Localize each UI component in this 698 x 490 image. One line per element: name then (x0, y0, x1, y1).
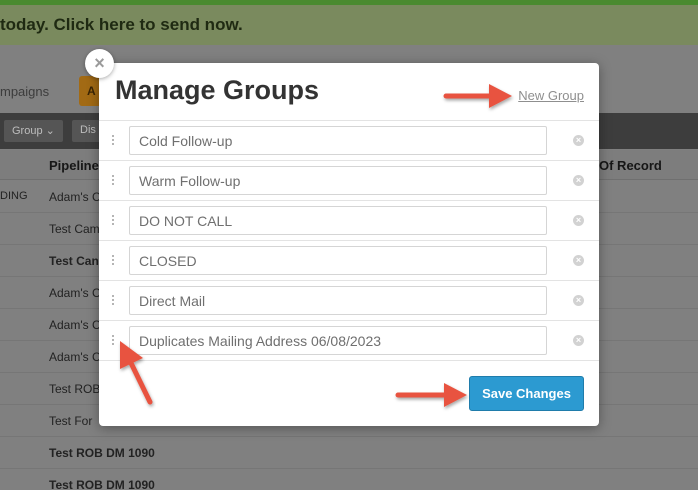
group-filter-button[interactable]: Group ⌄ (4, 120, 63, 142)
drag-dot (112, 303, 114, 305)
status-cell: DING (0, 190, 28, 202)
column-pipeline[interactable]: Pipeline (49, 158, 99, 173)
campaign-name-cell[interactable]: Test Can (49, 254, 99, 268)
remove-group-icon[interactable]: × (573, 255, 584, 266)
save-changes-button[interactable]: Save Changes (469, 376, 584, 411)
drag-dot (112, 183, 114, 185)
drag-dot (112, 263, 114, 265)
drag-dot (112, 179, 114, 181)
remove-group-icon[interactable]: × (573, 335, 584, 346)
remove-group-icon[interactable]: × (573, 135, 584, 146)
new-group-link[interactable]: New Group (518, 88, 584, 103)
drag-dot (112, 219, 114, 221)
drag-dot (112, 343, 114, 345)
group-name-input[interactable] (129, 166, 547, 195)
remove-group-icon[interactable]: × (573, 175, 584, 186)
group-row: × (99, 201, 599, 241)
campaign-name-cell[interactable]: Test Cam (49, 222, 100, 236)
drag-handle-icon[interactable] (112, 335, 115, 346)
group-row: × (99, 121, 599, 161)
drag-dot (112, 175, 114, 177)
campaign-name-cell[interactable]: Adam's C (49, 318, 101, 332)
table-row[interactable]: Test ROB DM 1090 (0, 469, 698, 490)
drag-dot (112, 255, 114, 257)
drag-dot (112, 139, 114, 141)
drag-dot (112, 215, 114, 217)
column-of-record[interactable]: Of Record (599, 158, 662, 173)
group-row: × (99, 281, 599, 321)
drag-dot (112, 295, 114, 297)
group-list: × × × × × × (99, 120, 599, 361)
campaign-name-cell[interactable]: Test For (49, 414, 92, 428)
drag-dot (112, 259, 114, 261)
remove-group-icon[interactable]: × (573, 215, 584, 226)
remove-group-icon[interactable]: × (573, 295, 584, 306)
drag-dot (112, 223, 114, 225)
campaign-name-cell[interactable]: Adam's C (49, 286, 101, 300)
drag-dot (112, 135, 114, 137)
drag-dot (112, 143, 114, 145)
group-name-input[interactable] (129, 206, 547, 235)
manage-groups-modal: Manage Groups New Group × × × × × × Save Chan… (99, 63, 599, 426)
group-row: × (99, 321, 599, 361)
drag-handle-icon[interactable] (112, 135, 115, 146)
campaign-name-cell[interactable]: Test ROB DM 1090 (49, 446, 155, 460)
group-name-input[interactable] (129, 286, 547, 315)
campaign-name-cell[interactable]: Test ROB (49, 382, 100, 396)
table-row[interactable]: Test ROB DM 1090 (0, 437, 698, 469)
drag-handle-icon[interactable] (112, 215, 115, 226)
campaign-name-cell[interactable]: Adam's C (49, 350, 101, 364)
drag-dot (112, 339, 114, 341)
group-row: × (99, 241, 599, 281)
group-name-input[interactable] (129, 126, 547, 155)
group-name-input[interactable] (129, 326, 547, 355)
banner-text[interactable]: today. Click here to send now. (0, 15, 243, 35)
drag-handle-icon[interactable] (112, 255, 115, 266)
drag-dot (112, 335, 114, 337)
group-row: × (99, 161, 599, 201)
drag-dot (112, 299, 114, 301)
campaign-name-cell[interactable]: Test ROB DM 1090 (49, 478, 155, 490)
send-banner[interactable]: today. Click here to send now. (0, 5, 698, 45)
drag-handle-icon[interactable] (112, 175, 115, 186)
close-icon[interactable]: × (85, 49, 114, 78)
modal-title: Manage Groups (115, 75, 320, 105)
campaign-name-cell[interactable]: Adam's C (49, 190, 101, 204)
drag-handle-icon[interactable] (112, 295, 115, 306)
tab-campaigns[interactable]: mpaigns (0, 84, 49, 99)
group-name-input[interactable] (129, 246, 547, 275)
